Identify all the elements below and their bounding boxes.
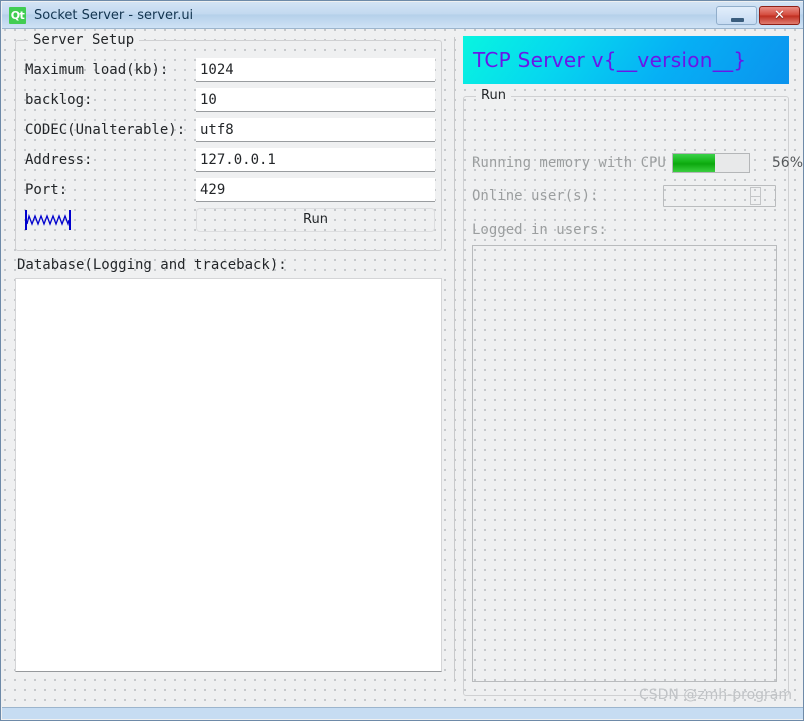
codec-label: CODEC(Unalterable): [25,122,186,138]
maximum-load-input[interactable] [196,58,435,82]
minimize-button[interactable] [716,5,757,25]
run-row: Run [25,207,435,233]
address-label: Address: [25,152,93,168]
address-input[interactable] [196,148,435,172]
database-label: Database(Logging and traceback): [17,257,287,273]
window-bottom-frame [2,707,803,719]
field-row-port: Port: [25,177,435,203]
memory-progress-bar [671,153,750,173]
field-row-maximum-load: Maximum load(kb): [25,57,435,83]
title-bar: Qt Socket Server - server.ui ✕ [2,2,803,29]
logged-users-row: Logged in users: [472,222,607,238]
field-row-codec: CODEC(Unalterable): [25,117,435,143]
backlog-label: backlog: [25,92,93,108]
online-users-label: Online user(s): [472,188,599,204]
memory-percent-label: 56% [771,155,803,171]
close-icon: ✕ [774,7,785,23]
spinbox-arrows-icon[interactable] [750,187,761,205]
banner-title: TCP Server v{__version__} [473,48,747,72]
field-row-address: Address: [25,147,435,173]
port-input[interactable] [196,178,435,202]
online-users-row: Online user(s): [472,185,782,207]
server-setup-group: Server Setup Maximum load(kb): backlog: … [15,32,442,251]
horizontal-spacer-icon [25,210,196,230]
field-row-backlog: backlog: [25,87,435,113]
server-setup-title: Server Setup [28,32,140,48]
close-button[interactable]: ✕ [759,5,800,25]
tcp-server-banner: TCP Server v{__version__} [463,36,789,84]
online-users-spinbox[interactable] [663,185,776,207]
memory-row: Running memory with CPU 56% [472,153,803,173]
port-label: Port: [25,182,68,198]
qt-logo-icon: Qt [9,6,26,24]
logged-users-list[interactable] [472,245,777,682]
window-title: Socket Server - server.ui [34,7,194,23]
run-group-title: Run [476,88,511,103]
spacer-cell [25,210,196,230]
form-canvas: Server Setup Maximum load(kb): backlog: … [2,29,803,709]
application-window: Qt Socket Server - server.ui ✕ Server Se… [0,0,804,721]
logged-users-label: Logged in users: [472,222,607,238]
panel-divider [454,37,455,682]
backlog-input[interactable] [196,88,435,112]
maximum-load-label: Maximum load(kb): [25,62,169,78]
run-button[interactable]: Run [196,208,435,232]
memory-label: Running memory with CPU [472,155,666,171]
memory-progress-fill [672,154,716,172]
minimize-icon [731,17,744,22]
database-log-textarea[interactable] [15,278,442,672]
codec-input[interactable] [196,118,435,142]
watermark-text: CSDN @zmh-program [638,687,792,703]
